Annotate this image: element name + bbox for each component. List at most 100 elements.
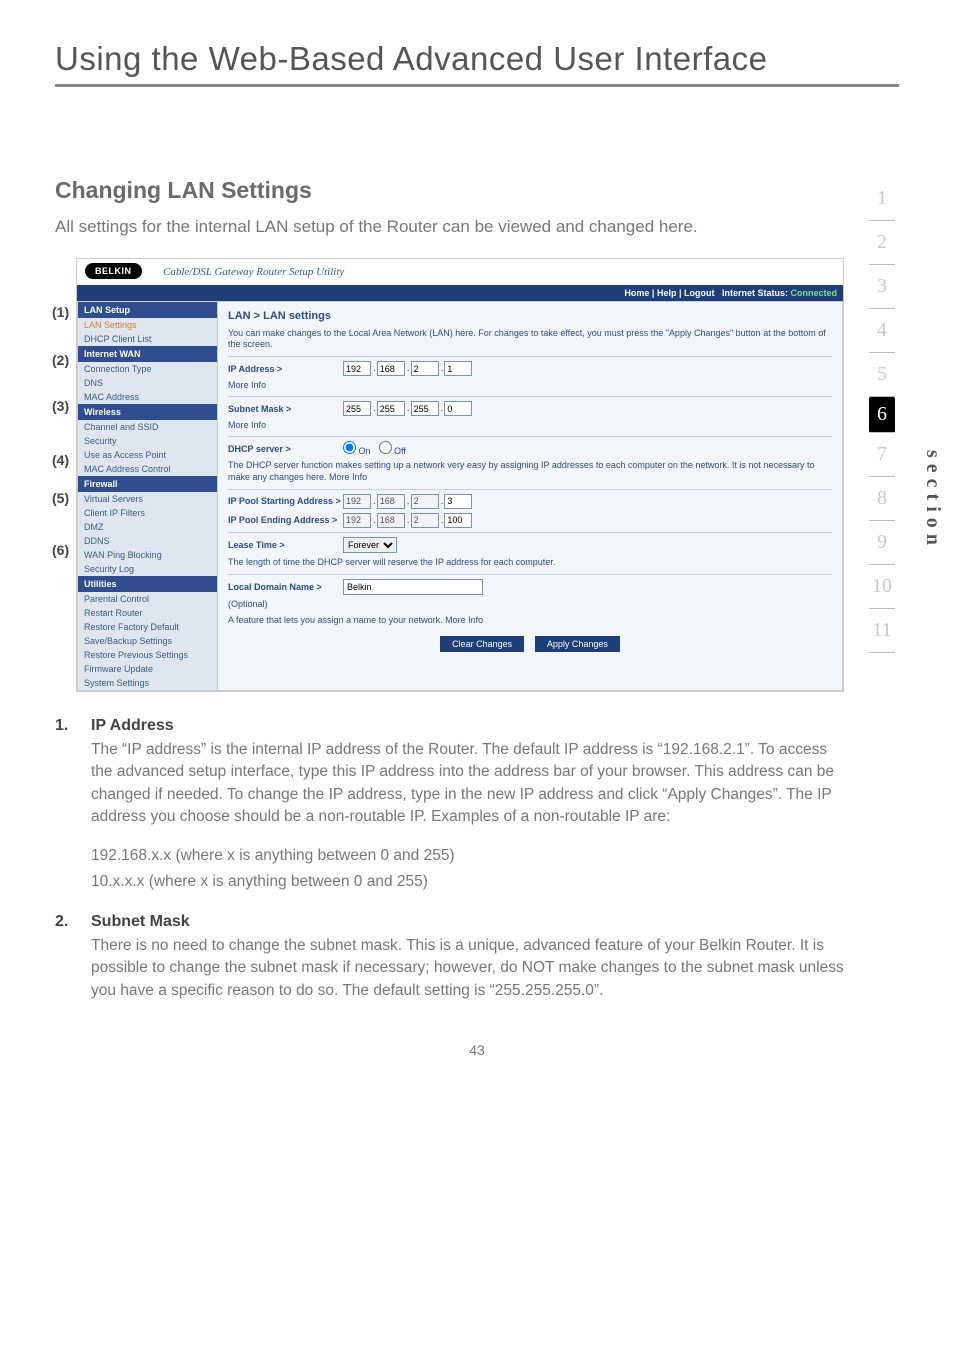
item-1-label: IP Address: [91, 717, 845, 735]
ip-address-label: IP Address >: [228, 364, 343, 374]
pool-start-label: IP Pool Starting Address >: [228, 496, 343, 506]
divider: [228, 532, 832, 533]
apply-changes-button[interactable]: Apply Changes: [535, 636, 620, 652]
nav-save-backup[interactable]: Save/Backup Settings: [78, 634, 217, 648]
optional-note: (Optional): [228, 599, 832, 609]
side-num-11: 11: [869, 609, 895, 653]
nav-use-ap[interactable]: Use as Access Point: [78, 448, 217, 462]
callout-2: (2): [52, 352, 69, 368]
nav-parental[interactable]: Parental Control: [78, 592, 217, 606]
divider: [228, 574, 832, 575]
pool-end-2[interactable]: [377, 513, 405, 528]
subnet-octet-2[interactable]: [377, 401, 405, 416]
clear-changes-button[interactable]: Clear Changes: [440, 636, 524, 652]
item-1-number: 1.: [55, 717, 91, 829]
nav-conn-type[interactable]: Connection Type: [78, 362, 217, 376]
pool-end-3[interactable]: [411, 513, 439, 528]
item-2-number: 2.: [55, 913, 91, 1002]
item-1-desc: The “IP address” is the internal IP addr…: [91, 739, 845, 829]
subnet-octet-4[interactable]: [444, 401, 472, 416]
side-num-3: 3: [869, 265, 895, 309]
pool-start-3[interactable]: [411, 494, 439, 509]
breadcrumb: LAN > LAN settings: [228, 310, 832, 322]
divider: [228, 356, 832, 357]
section-index: 1 2 3 4 5 6 7 8 9 10 11: [865, 177, 899, 1020]
ip-octet-3[interactable]: [411, 361, 439, 376]
ip-octet-4[interactable]: [444, 361, 472, 376]
pool-end-1[interactable]: [343, 513, 371, 528]
nav-virtual-servers[interactable]: Virtual Servers: [78, 492, 217, 506]
lease-select[interactable]: Forever: [343, 537, 397, 553]
pool-start-2[interactable]: [377, 494, 405, 509]
nav-client-filters[interactable]: Client IP Filters: [78, 506, 217, 520]
nav-firmware[interactable]: Firmware Update: [78, 662, 217, 676]
router-sidenav: LAN Setup LAN Settings DHCP Client List …: [78, 302, 218, 690]
callout-3: (3): [52, 398, 69, 414]
nav-lan-settings[interactable]: LAN Settings: [78, 318, 217, 332]
pool-end-label: IP Pool Ending Address >: [228, 515, 343, 525]
divider: [228, 436, 832, 437]
nav-group-wan: Internet WAN: [78, 346, 217, 362]
section-vertical-label: section: [921, 450, 944, 551]
pool-start-1[interactable]: [343, 494, 371, 509]
ip-octet-2[interactable]: [377, 361, 405, 376]
divider: [228, 396, 832, 397]
nav-restore-prev[interactable]: Restore Previous Settings: [78, 648, 217, 662]
ip-octet-1[interactable]: [343, 361, 371, 376]
utility-topbar: BELKIN Cable/DSL Gateway Router Setup Ut…: [77, 259, 843, 285]
pool-start-4[interactable]: [444, 494, 472, 509]
router-screenshot: (1) (2) (3) (4) (5) (6) BELKIN Cable/DSL…: [75, 257, 845, 693]
nav-mac-ctrl[interactable]: MAC Address Control: [78, 462, 217, 476]
nav-ddns[interactable]: DDNS: [78, 534, 217, 548]
nav-dmz[interactable]: DMZ: [78, 520, 217, 534]
nav-restore-factory[interactable]: Restore Factory Default: [78, 620, 217, 634]
dhcp-on-radio[interactable]: On: [343, 441, 371, 456]
callout-6: (6): [52, 542, 69, 558]
side-num-10: 10: [869, 565, 895, 609]
side-num-9: 9: [869, 521, 895, 565]
dhcp-off-radio[interactable]: Off: [379, 441, 406, 456]
divider: [228, 489, 832, 490]
nav-group-utilities: Utilities: [78, 576, 217, 592]
page-number: 43: [55, 1042, 899, 1058]
domain-label: Local Domain Name >: [228, 582, 343, 592]
nav-group-firewall: Firewall: [78, 476, 217, 492]
lease-label: Lease Time >: [228, 540, 343, 550]
nav-system[interactable]: System Settings: [78, 676, 217, 690]
nav-restart[interactable]: Restart Router: [78, 606, 217, 620]
nav-group-lan: LAN Setup: [78, 302, 217, 318]
nav-dns[interactable]: DNS: [78, 376, 217, 390]
nav-dhcp-client-list[interactable]: DHCP Client List: [78, 332, 217, 346]
nav-security[interactable]: Security: [78, 434, 217, 448]
dhcp-label: DHCP server >: [228, 444, 343, 454]
nav-group-wireless: Wireless: [78, 404, 217, 420]
nav-sec-log[interactable]: Security Log: [78, 562, 217, 576]
callout-5: (5): [52, 490, 69, 506]
side-num-8: 8: [869, 477, 895, 521]
more-info-link[interactable]: More Info: [228, 380, 832, 390]
subnet-octet-1[interactable]: [343, 401, 371, 416]
section-intro: All settings for the internal LAN setup …: [55, 216, 845, 239]
domain-input[interactable]: [343, 579, 483, 595]
title-rule: [55, 84, 899, 87]
router-main-panel: LAN > LAN settings You can make changes …: [218, 302, 842, 690]
nav-mac[interactable]: MAC Address: [78, 390, 217, 404]
more-info-link[interactable]: More Info: [228, 420, 832, 430]
dhcp-desc: The DHCP server function makes setting u…: [228, 460, 832, 483]
top-nav-bar: Home | Help | Logout Internet Status: Co…: [77, 285, 843, 301]
pool-end-4[interactable]: [444, 513, 472, 528]
nav-wan-ping[interactable]: WAN Ping Blocking: [78, 548, 217, 562]
ip-example-1: 192.168.x.x (where x is anything between…: [91, 847, 845, 865]
top-nav-links[interactable]: Home | Help | Logout Internet Status:: [624, 288, 788, 298]
callout-4: (4): [52, 452, 69, 468]
nav-channel-ssid[interactable]: Channel and SSID: [78, 420, 217, 434]
side-num-4: 4: [869, 309, 895, 353]
item-2-desc: There is no need to change the subnet ma…: [91, 935, 845, 1002]
utility-title: Cable/DSL Gateway Router Setup Utility: [163, 266, 344, 278]
item-2-label: Subnet Mask: [91, 913, 845, 931]
side-num-2: 2: [869, 221, 895, 265]
internet-status: Connected: [790, 288, 837, 298]
ip-example-2: 10.x.x.x (where x is anything between 0 …: [91, 873, 845, 891]
subnet-octet-3[interactable]: [411, 401, 439, 416]
domain-desc: A feature that lets you assign a name to…: [228, 615, 832, 626]
